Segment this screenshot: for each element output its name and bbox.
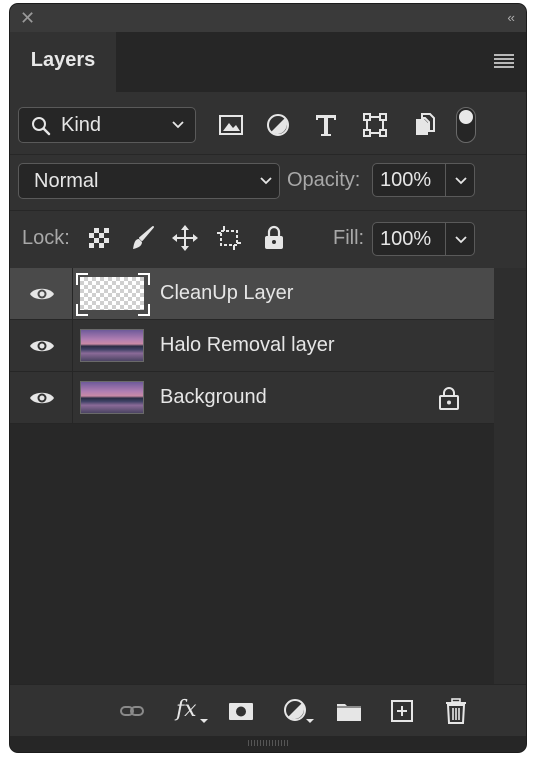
scrollbar-track[interactable]: [494, 268, 526, 684]
lock-all-icon[interactable]: [260, 224, 288, 252]
layer-name[interactable]: Background: [160, 372, 267, 423]
layer-row-background[interactable]: Background: [10, 372, 494, 424]
eye-icon[interactable]: [29, 284, 55, 304]
tab-bar: Layers: [10, 32, 526, 92]
fx-icon[interactable]: fx: [174, 697, 208, 725]
chevron-down-icon: [172, 121, 184, 129]
filter-toggle[interactable]: [456, 107, 476, 143]
panel-footer: fx: [10, 684, 526, 737]
lock-position-icon[interactable]: [171, 224, 199, 252]
opacity-value: 100%: [380, 169, 432, 191]
shape-filter-icon[interactable]: [361, 111, 389, 139]
lock-row: Lock: Fill: 100%: [10, 211, 526, 268]
selection-corner: [138, 304, 150, 316]
panel-titlebar: ✕ ‹‹: [10, 4, 526, 32]
blend-mode-dropdown[interactable]: Normal: [18, 163, 280, 199]
new-layer-icon[interactable]: [388, 697, 416, 725]
tab-layers[interactable]: Layers: [10, 32, 116, 92]
lock-image-pixels-icon[interactable]: [129, 224, 157, 252]
search-icon: [32, 117, 51, 136]
eye-icon[interactable]: [29, 336, 55, 356]
blend-mode-value: Normal: [34, 170, 99, 192]
filter-row: Kind: [10, 92, 526, 154]
opacity-label: Opacity:: [287, 169, 361, 191]
layer-row-cleanup[interactable]: CleanUp Layer: [10, 268, 494, 320]
smart-object-filter-icon[interactable]: [410, 111, 438, 139]
fx-label: fx: [176, 697, 197, 722]
layer-row-halo-removal[interactable]: Halo Removal layer: [10, 320, 494, 372]
selection-corner: [138, 273, 150, 285]
lock-transparent-pixels-icon[interactable]: [85, 224, 113, 252]
lock-artboard-icon[interactable]: [215, 224, 243, 252]
opacity-field[interactable]: 100%: [372, 163, 475, 197]
layer-thumbnail[interactable]: [80, 329, 144, 362]
mask-icon[interactable]: [227, 697, 255, 725]
submenu-triangle-icon: [200, 719, 208, 723]
selection-corner: [76, 273, 88, 285]
fill-label: Fill:: [333, 227, 365, 249]
layers-panel: ✕ ‹‹ Layers Kind Normal Opacity: 100% Lo…: [10, 4, 526, 752]
adjustment-icon[interactable]: [282, 697, 316, 725]
layers-list: CleanUp Layer Halo Removal layer Backgro…: [10, 268, 494, 684]
folder-icon[interactable]: [335, 697, 363, 725]
close-icon[interactable]: ✕: [20, 9, 36, 27]
layer-name[interactable]: Halo Removal layer: [160, 320, 335, 371]
type-filter-icon[interactable]: [312, 111, 340, 139]
lock-label: Lock:: [22, 227, 70, 249]
layer-name[interactable]: CleanUp Layer: [160, 268, 293, 319]
kind-filter-label: Kind: [61, 114, 102, 136]
chevron-down-icon[interactable]: [454, 174, 468, 188]
eye-icon[interactable]: [29, 388, 55, 408]
chevron-down-icon[interactable]: [454, 233, 468, 247]
link-icon[interactable]: [118, 697, 146, 725]
fill-field[interactable]: 100%: [372, 222, 475, 256]
visibility-column: [10, 372, 73, 423]
submenu-triangle-icon: [306, 719, 314, 723]
kind-filter-dropdown[interactable]: Kind: [18, 107, 196, 143]
trash-icon[interactable]: [442, 697, 470, 725]
adjustment-filter-icon[interactable]: [264, 111, 292, 139]
image-filter-icon[interactable]: [217, 111, 245, 139]
resize-grip-icon[interactable]: [248, 740, 288, 746]
layer-thumbnail[interactable]: [80, 381, 144, 414]
panel-menu-icon[interactable]: [494, 54, 514, 68]
layer-thumbnail[interactable]: [80, 277, 144, 310]
chevron-down-icon: [260, 177, 272, 185]
lock-icon: [439, 387, 459, 410]
visibility-column: [10, 320, 73, 371]
visibility-column: [10, 268, 73, 319]
filter-toggle-knob: [459, 110, 473, 124]
collapse-icon[interactable]: ‹‹: [507, 10, 515, 26]
selection-corner: [76, 304, 88, 316]
fill-value: 100%: [380, 228, 432, 250]
resize-strip[interactable]: [10, 736, 526, 752]
blend-row: Normal Opacity: 100%: [10, 155, 526, 210]
